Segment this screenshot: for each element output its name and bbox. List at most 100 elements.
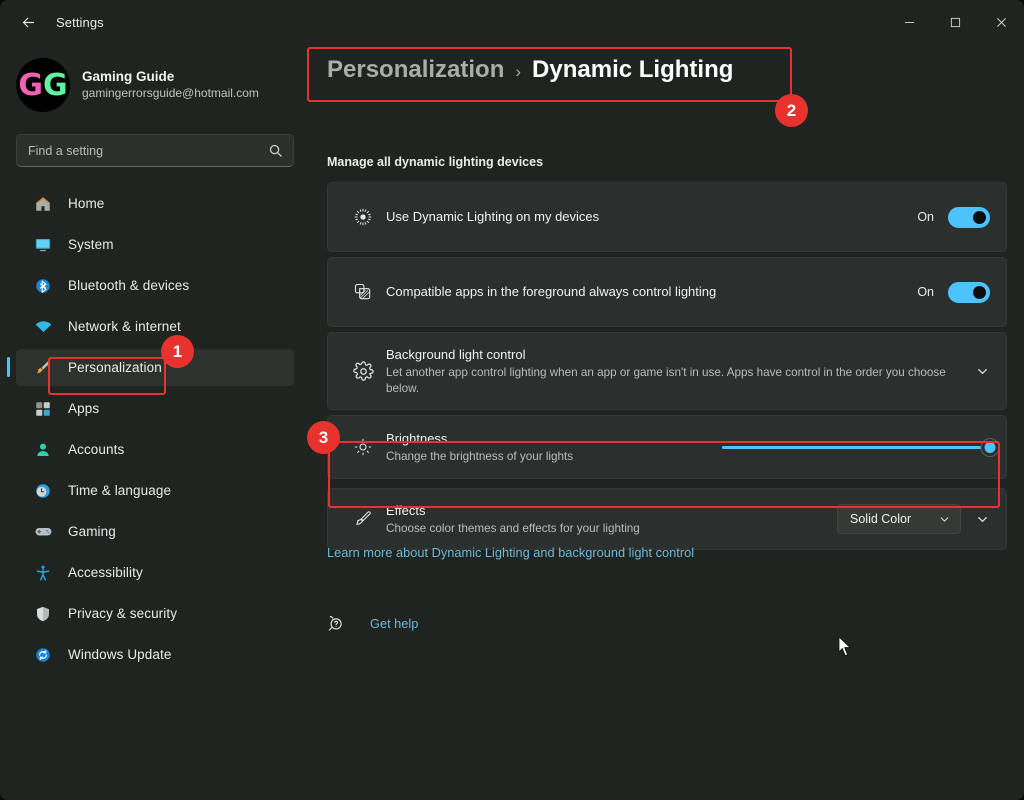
profile-section[interactable]: GG Gaming Guide gamingerrorsguide@hotmai… bbox=[0, 44, 310, 112]
row-title: Use Dynamic Lighting on my devices bbox=[386, 208, 909, 226]
help-question-icon bbox=[327, 614, 346, 633]
slider-thumb[interactable] bbox=[982, 439, 999, 456]
sidebar-item-label: Personalization bbox=[68, 360, 162, 375]
sidebar-item-gaming[interactable]: Gaming bbox=[16, 513, 294, 550]
row-subtitle: Change the brightness of your lights bbox=[386, 449, 714, 465]
back-arrow-icon bbox=[20, 14, 37, 31]
breadcrumb-separator: › bbox=[515, 62, 521, 82]
sidebar-item-network-internet[interactable]: Network & internet bbox=[16, 308, 294, 345]
section-heading: Manage all dynamic lighting devices bbox=[327, 155, 543, 169]
slider-fill bbox=[722, 446, 990, 449]
sidebar-item-label: Accounts bbox=[68, 442, 124, 457]
sidebar: GG Gaming Guide gamingerrorsguide@hotmai… bbox=[0, 44, 310, 800]
sidebar-item-label: Home bbox=[68, 196, 104, 211]
main-content: Personalization › Dynamic Lighting Manag… bbox=[310, 44, 1024, 800]
minimize-button[interactable] bbox=[886, 0, 932, 44]
search-box[interactable] bbox=[16, 134, 294, 167]
monitor-icon bbox=[32, 234, 54, 256]
compatible-apps-row[interactable]: Compatible apps in the foreground always… bbox=[327, 257, 1007, 327]
learn-more-link[interactable]: Learn more about Dynamic Lighting and ba… bbox=[327, 545, 694, 560]
minimize-icon bbox=[904, 17, 915, 28]
get-help-row[interactable]: Get help bbox=[327, 614, 418, 633]
clock-icon bbox=[32, 480, 54, 502]
sidebar-item-accessibility[interactable]: Accessibility bbox=[16, 554, 294, 591]
chevron-down-icon[interactable] bbox=[975, 364, 990, 379]
sidebar-item-label: Time & language bbox=[68, 483, 171, 498]
paintbrush-icon bbox=[340, 509, 386, 529]
close-button[interactable] bbox=[978, 0, 1024, 44]
use-dynamic-lighting-toggle[interactable] bbox=[948, 207, 990, 228]
toggle-state-label: On bbox=[917, 210, 934, 224]
compatible-apps-toggle[interactable] bbox=[948, 282, 990, 303]
toggle-state-label: On bbox=[917, 285, 934, 299]
bluetooth-icon bbox=[32, 275, 54, 297]
profile-email: gamingerrorsguide@hotmail.com bbox=[82, 85, 259, 102]
search-icon bbox=[268, 143, 283, 163]
effects-dropdown-value: Solid Color bbox=[850, 512, 911, 526]
get-help-label[interactable]: Get help bbox=[370, 616, 418, 631]
row-subtitle: Choose color themes and effects for your… bbox=[386, 521, 829, 537]
row-title: Effects bbox=[386, 502, 829, 520]
update-icon bbox=[32, 644, 54, 666]
row-title: Background light control bbox=[386, 346, 967, 364]
avatar: GG bbox=[16, 58, 70, 112]
title-bar: Settings bbox=[0, 0, 1024, 44]
back-button[interactable] bbox=[10, 6, 46, 38]
shield-icon bbox=[32, 603, 54, 625]
sidebar-item-accounts[interactable]: Accounts bbox=[16, 431, 294, 468]
gear-icon bbox=[340, 361, 386, 382]
sidebar-item-label: Privacy & security bbox=[68, 606, 177, 621]
sidebar-item-home[interactable]: Home bbox=[16, 185, 294, 222]
sun-icon bbox=[340, 437, 386, 457]
sidebar-item-label: Windows Update bbox=[68, 647, 171, 662]
row-subtitle: Let another app control lighting when an… bbox=[386, 365, 967, 397]
sidebar-item-label: Accessibility bbox=[68, 565, 143, 580]
sidebar-item-label: Bluetooth & devices bbox=[68, 278, 189, 293]
profile-name: Gaming Guide bbox=[82, 68, 259, 85]
overlapping-apps-icon bbox=[340, 282, 386, 302]
chevron-down-icon bbox=[938, 513, 951, 526]
sidebar-item-label: Network & internet bbox=[68, 319, 181, 334]
sidebar-item-apps[interactable]: Apps bbox=[16, 390, 294, 427]
toggle-knob bbox=[973, 286, 986, 299]
maximize-button[interactable] bbox=[932, 0, 978, 44]
row-title: Brightness bbox=[386, 430, 714, 448]
sidebar-item-label: Apps bbox=[68, 401, 99, 416]
row-title: Compatible apps in the foreground always… bbox=[386, 283, 909, 301]
sidebar-item-personalization[interactable]: Personalization bbox=[16, 349, 294, 386]
avatar-initial-right: G bbox=[43, 68, 68, 103]
breadcrumb-parent[interactable]: Personalization bbox=[327, 56, 504, 84]
avatar-initial-left: G bbox=[18, 68, 43, 103]
apps-icon bbox=[32, 398, 54, 420]
close-icon bbox=[996, 17, 1007, 28]
sidebar-item-time-language[interactable]: Time & language bbox=[16, 472, 294, 509]
wifi-icon bbox=[32, 316, 54, 338]
toggle-knob bbox=[973, 211, 986, 224]
sidebar-item-windows-update[interactable]: Windows Update bbox=[16, 636, 294, 673]
effects-dropdown[interactable]: Solid Color bbox=[837, 504, 961, 534]
sidebar-item-privacy-security[interactable]: Privacy & security bbox=[16, 595, 294, 632]
person-icon bbox=[32, 439, 54, 461]
page-title: Dynamic Lighting bbox=[532, 56, 733, 84]
effects-row[interactable]: Effects Choose color themes and effects … bbox=[327, 488, 1007, 550]
paintbrush-icon bbox=[32, 357, 54, 379]
window-controls bbox=[886, 0, 1024, 44]
settings-window: Settings GG Gaming Guide gamingerrorsgui… bbox=[0, 0, 1024, 800]
home-icon bbox=[32, 193, 54, 215]
window-title: Settings bbox=[56, 15, 104, 30]
accessibility-icon bbox=[32, 562, 54, 584]
sidebar-item-label: Gaming bbox=[68, 524, 116, 539]
gamepad-icon bbox=[32, 521, 54, 543]
maximize-icon bbox=[950, 17, 961, 28]
sidebar-nav: Home System Bluetooth & devices Network … bbox=[0, 185, 310, 673]
brightness-rays-icon bbox=[340, 207, 386, 227]
use-dynamic-lighting-row[interactable]: Use Dynamic Lighting on my devices On bbox=[327, 182, 1007, 252]
background-light-control-row[interactable]: Background light control Let another app… bbox=[327, 332, 1007, 410]
brightness-slider[interactable] bbox=[722, 436, 990, 458]
search-input[interactable] bbox=[17, 144, 293, 158]
brightness-row[interactable]: Brightness Change the brightness of your… bbox=[327, 415, 1007, 479]
effects-expand-chevron-down-icon[interactable] bbox=[975, 512, 990, 527]
breadcrumb: Personalization › Dynamic Lighting bbox=[327, 56, 733, 84]
sidebar-item-bluetooth-devices[interactable]: Bluetooth & devices bbox=[16, 267, 294, 304]
sidebar-item-system[interactable]: System bbox=[16, 226, 294, 263]
